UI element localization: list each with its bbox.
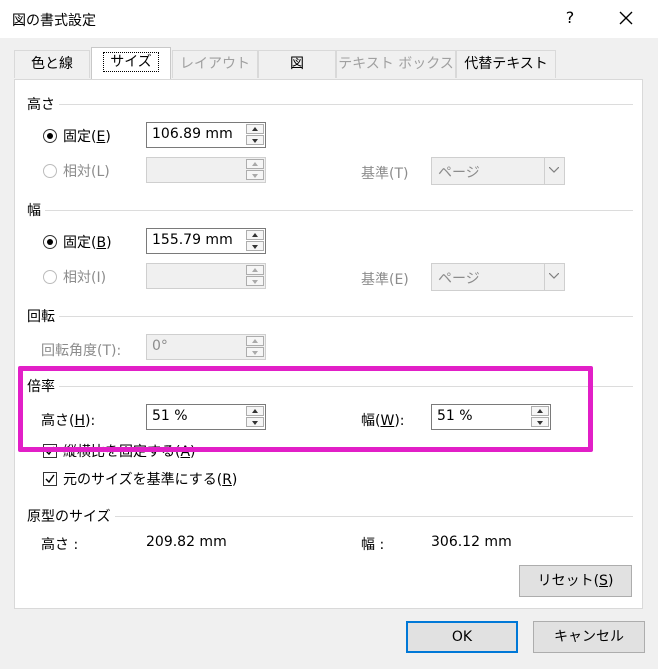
format-picture-dialog: 図の書式設定 ? 色と線 サイズ レイアウト 図 テキスト ボックス 代替テキス… <box>0 0 658 669</box>
height-relative-stepper[interactable] <box>146 157 266 183</box>
spin-down-button[interactable] <box>246 241 264 251</box>
tab-text-box[interactable]: テキスト ボックス <box>336 50 456 78</box>
height-relative-label: 相対(L) <box>63 164 110 180</box>
scale-height-stepper[interactable]: 51 % <box>146 404 266 430</box>
scale-height-label: 高さ(H): <box>41 413 96 429</box>
spin-down-button[interactable] <box>246 347 264 357</box>
tab-label: 図 <box>290 56 304 72</box>
close-button[interactable] <box>612 4 640 32</box>
scale-section-title: 倍率 <box>27 379 55 395</box>
tab-label: 代替テキスト <box>464 56 548 72</box>
width-base-dropdown[interactable]: ページ <box>431 263 565 291</box>
spin-up-button[interactable] <box>246 124 264 134</box>
tab-label: サイズ <box>103 52 159 72</box>
tab-label: 色と線 <box>31 56 73 72</box>
spin-down-button[interactable] <box>246 276 264 286</box>
chevron-down-icon <box>544 264 564 290</box>
height-fixed-label: 固定(E) <box>63 129 111 145</box>
divider <box>59 104 633 105</box>
width-fixed-radio[interactable] <box>43 235 57 249</box>
width-relative-radio[interactable] <box>43 270 57 284</box>
reset-button[interactable]: リセット(S) <box>519 565 632 597</box>
size-tab-panel: 高さ 固定(E) 106.89 mm 相対(L) 基準(T) ページ 幅 固定(… <box>14 79 643 609</box>
width-fixed-stepper[interactable]: 155.79 mm <box>146 228 266 254</box>
divider <box>59 316 633 317</box>
scale-width-label: 幅(W): <box>361 413 405 429</box>
tab-color-line[interactable]: 色と線 <box>14 50 90 78</box>
width-base-label: 基準(E) <box>361 272 409 288</box>
dialog-title: 図の書式設定 <box>12 13 96 29</box>
rotation-angle-stepper[interactable]: 0° <box>146 334 266 360</box>
width-relative-label: 相対(I) <box>63 270 107 286</box>
spin-down-button[interactable] <box>246 417 264 427</box>
tab-layout[interactable]: レイアウト <box>172 50 258 78</box>
close-icon <box>619 11 633 25</box>
width-fixed-value: 155.79 mm <box>152 232 233 248</box>
tab-label: テキスト ボックス <box>338 56 454 72</box>
relative-original-label: 元のサイズを基準にする(R) <box>63 472 238 488</box>
title-bar: 図の書式設定 ? <box>0 0 658 38</box>
spin-down-button[interactable] <box>531 417 549 427</box>
checkmark-icon <box>45 446 55 456</box>
height-base-dropdown[interactable]: ページ <box>431 157 565 185</box>
spin-down-button[interactable] <box>246 135 264 145</box>
height-fixed-radio[interactable] <box>43 129 57 143</box>
cancel-button[interactable]: キャンセル <box>533 621 645 653</box>
height-base-label: 基準(T) <box>361 166 409 182</box>
spin-up-button[interactable] <box>246 336 264 346</box>
height-fixed-value: 106.89 mm <box>152 126 233 142</box>
width-relative-stepper[interactable] <box>146 263 266 289</box>
original-size-section-title: 原型のサイズ <box>27 509 111 525</box>
divider <box>115 516 633 517</box>
checkmark-icon <box>45 474 55 484</box>
scale-width-stepper[interactable]: 51 % <box>431 404 551 430</box>
lock-aspect-checkbox[interactable] <box>43 444 57 458</box>
scale-height-value: 51 % <box>152 408 188 424</box>
spin-up-button[interactable] <box>246 159 264 169</box>
tab-label: レイアウト <box>180 56 250 72</box>
tab-size[interactable]: サイズ <box>91 47 171 79</box>
height-section-title: 高さ <box>27 97 55 113</box>
rotation-angle-label: 回転角度(T): <box>41 343 122 359</box>
relative-original-checkbox[interactable] <box>43 472 57 486</box>
rotation-section-title: 回転 <box>27 309 55 325</box>
lock-aspect-label: 縦横比を固定する(A) <box>63 444 196 460</box>
original-height-value: 209.82 mm <box>146 534 227 550</box>
spin-up-button[interactable] <box>531 406 549 416</box>
divider <box>59 386 633 387</box>
original-width-label: 幅 : <box>361 537 385 553</box>
ok-button[interactable]: OK <box>406 621 518 653</box>
spin-up-button[interactable] <box>246 406 264 416</box>
chevron-down-icon <box>544 158 564 184</box>
scale-width-value: 51 % <box>437 408 473 424</box>
original-height-label: 高さ : <box>41 537 79 553</box>
spin-up-button[interactable] <box>246 265 264 275</box>
width-fixed-label: 固定(B) <box>63 235 112 251</box>
divider <box>45 210 633 211</box>
spin-down-button[interactable] <box>246 170 264 180</box>
original-width-value: 306.12 mm <box>431 534 512 550</box>
width-section-title: 幅 <box>27 203 41 219</box>
tab-alt-text[interactable]: 代替テキスト <box>456 50 556 78</box>
help-button[interactable]: ? <box>560 8 580 27</box>
tab-picture[interactable]: 図 <box>258 50 336 78</box>
width-base-value: ページ <box>438 271 480 287</box>
spin-up-button[interactable] <box>246 230 264 240</box>
height-fixed-stepper[interactable]: 106.89 mm <box>146 122 266 148</box>
height-relative-radio[interactable] <box>43 164 57 178</box>
height-base-value: ページ <box>438 165 480 181</box>
rotation-angle-value: 0° <box>152 338 168 354</box>
